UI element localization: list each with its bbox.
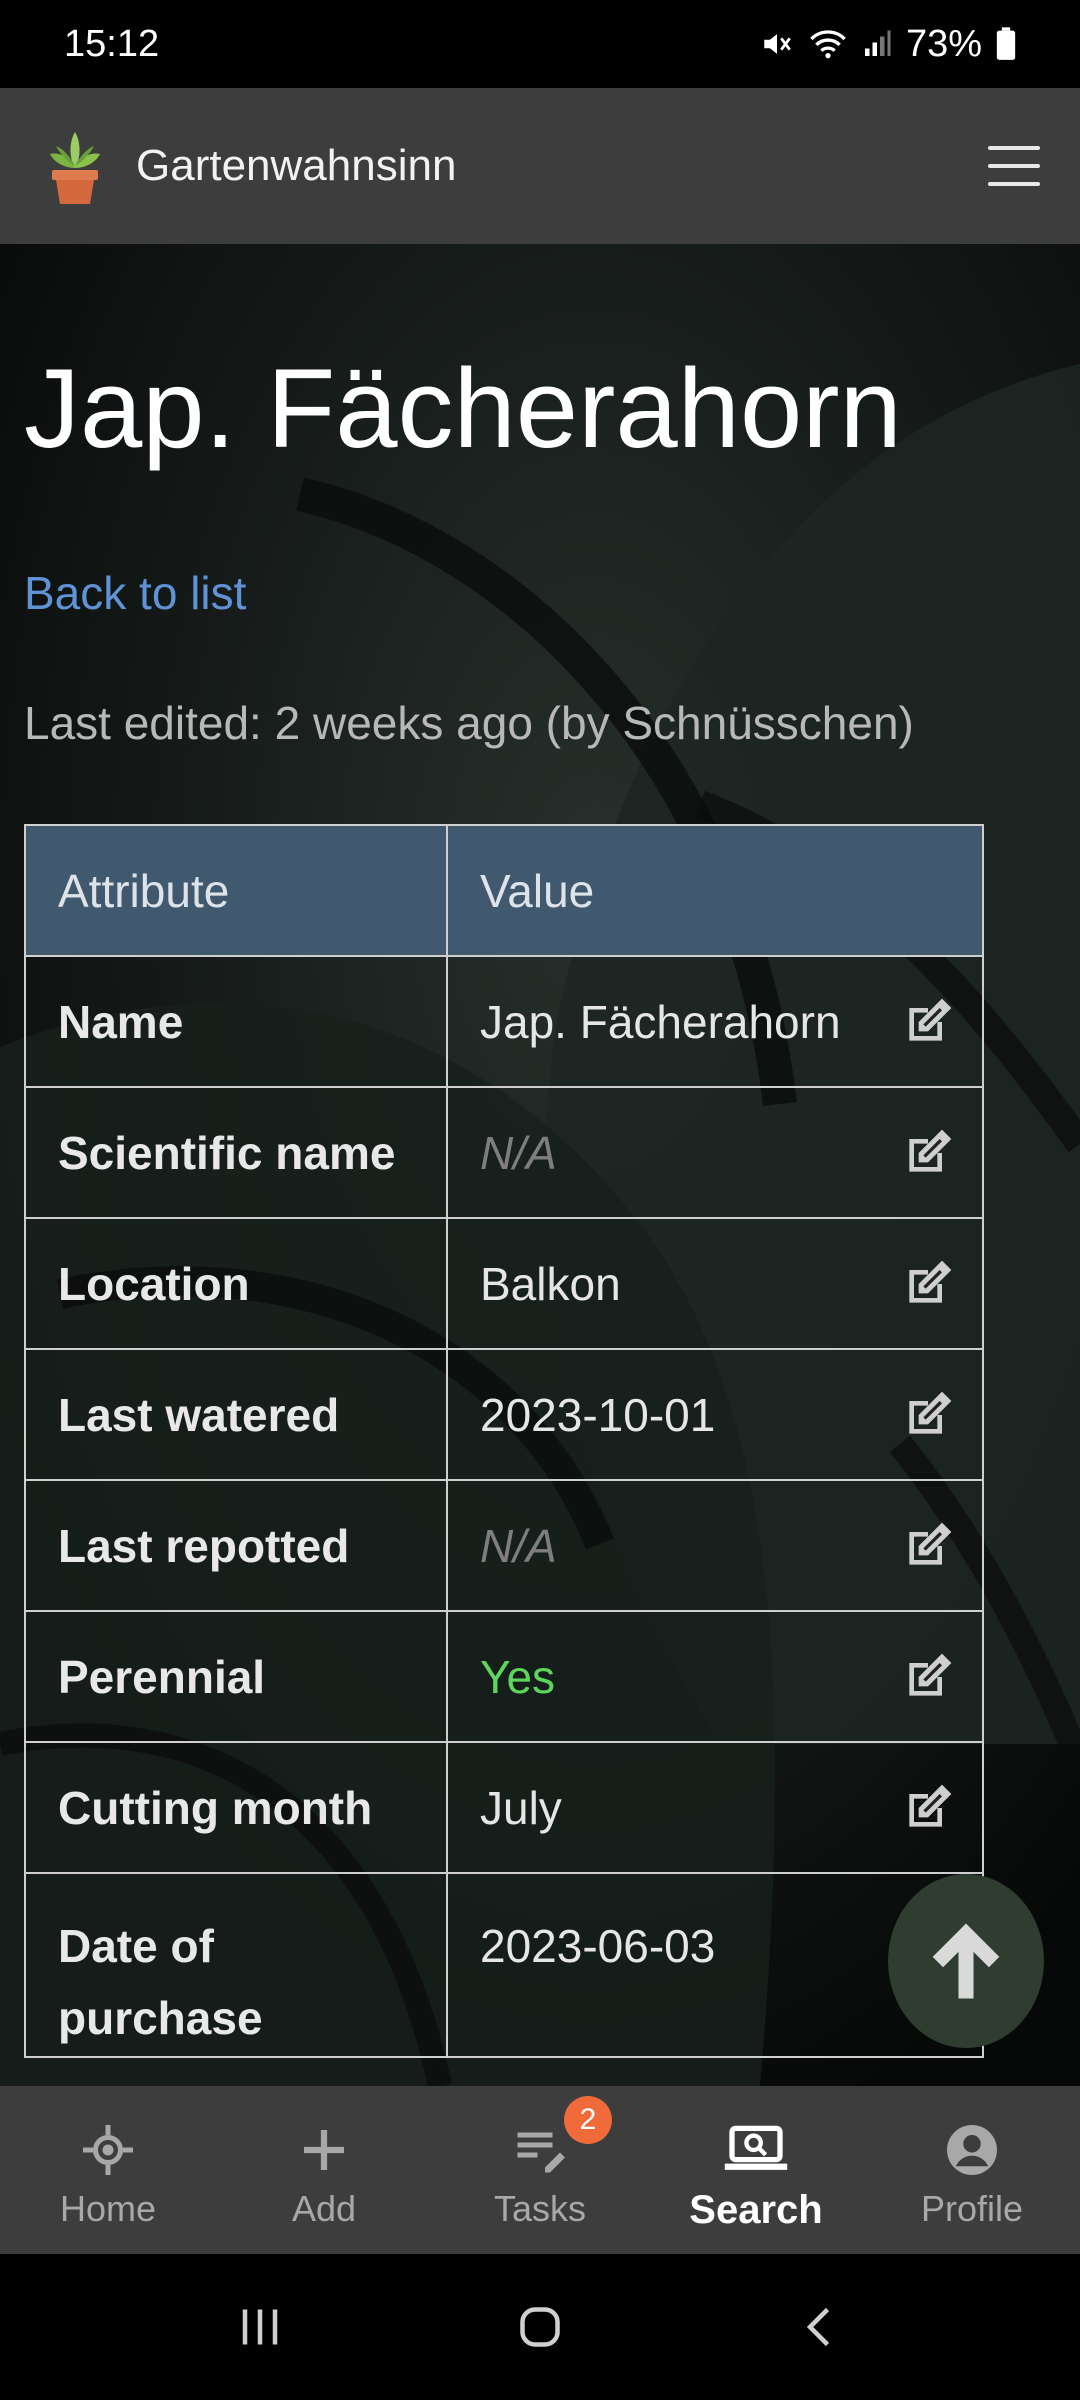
nav-add[interactable]: Add [216,2086,432,2254]
header-value: Value [446,824,984,957]
row-value-cell: Jap. Fächerahorn [446,955,984,1088]
row-value: N/A [480,1126,557,1179]
signal-icon [864,30,891,56]
row-value-cell: Yes [446,1610,984,1743]
row-value-cell: N/A [446,1479,984,1612]
profile-icon [947,2125,997,2175]
tasks-icon [517,2132,565,2173]
table-row: Date of purchase 2023-06-03 [24,1872,984,2058]
row-key: Last watered [24,1348,448,1481]
nav-home[interactable]: Home [0,2086,216,2254]
edit-icon[interactable] [900,1256,956,1312]
row-value-cell: July [446,1741,984,1874]
header-attribute: Attribute [24,824,448,957]
nav-add-label: Add [291,2188,357,2229]
row-key: Date of purchase [24,1872,448,2058]
home-button-icon[interactable] [510,2297,570,2357]
page-title: Jap. Fächerahorn [24,346,902,471]
battery-icon [996,27,1016,60]
table-row: Scientific name N/A [24,1086,984,1219]
table-row: Last repotted N/A [24,1479,984,1612]
edit-icon[interactable] [900,1387,956,1443]
row-value-cell: 2023-10-01 [446,1348,984,1481]
edit-icon[interactable] [900,994,956,1050]
search-laptop-icon [724,2125,788,2170]
row-key: Name [24,955,448,1088]
row-value: Yes [480,1650,556,1703]
row-value: July [480,1781,562,1834]
edit-icon[interactable] [900,1518,956,1574]
edit-icon[interactable] [900,1125,956,1181]
nav-home-label: Home [59,2188,157,2229]
wifi-icon [810,30,846,59]
battery-percent: 73% [905,22,982,65]
row-key: Perennial [24,1610,448,1743]
row-value: 2023-10-01 [480,1388,716,1441]
row-value: Jap. Fächerahorn [480,995,841,1048]
mute-icon [764,34,791,54]
row-value: Balkon [480,1257,621,1310]
status-icons: 73% [760,23,1016,66]
bottom-navigation: Home Add 2 Tasks Search Profile [0,2086,1080,2254]
status-time: 15:12 [64,22,160,65]
table-row: Location Balkon [24,1217,984,1350]
row-key: Last repotted [24,1479,448,1612]
row-key: Location [24,1217,448,1350]
table-row: Perennial Yes [24,1610,984,1743]
home-icon [83,2125,133,2175]
nav-search[interactable]: Search [648,2086,864,2254]
nav-tasks-label: Tasks [493,2188,587,2229]
edit-icon[interactable] [900,1649,956,1705]
tasks-count-badge: 2 [564,2096,612,2144]
table-row: Cutting month July [24,1741,984,1874]
row-key: Cutting month [24,1741,448,1874]
nav-search-label: Search [689,2188,823,2232]
nav-tasks[interactable]: 2 Tasks [432,2086,648,2254]
scroll-to-top-button[interactable] [888,1874,1044,2048]
recent-apps-icon[interactable] [230,2297,290,2357]
plant-pot-icon[interactable] [40,126,110,206]
app-bar: Gartenwahnsinn [0,88,1080,244]
row-value-cell: N/A [446,1086,984,1219]
back-to-list-link[interactable]: Back to list [24,566,246,620]
attribute-table: Attribute Value Name Jap. Fächerahorn Sc… [24,824,984,2058]
main-content: Jap. Fächerahorn Back to list Last edite… [0,244,1080,2086]
system-navigation-bar [0,2254,1080,2400]
table-row: Name Jap. Fächerahorn [24,955,984,1088]
nav-profile-label: Profile [920,2188,1024,2229]
row-key: Scientific name [24,1086,448,1219]
row-value: 2023-06-03 [480,1920,716,1972]
edit-icon[interactable] [900,1780,956,1836]
nav-profile[interactable]: Profile [864,2086,1080,2254]
last-edited-text: Last edited: 2 weeks ago (by Schnüsschen… [24,697,914,749]
plus-icon [304,2130,344,2170]
hamburger-icon[interactable] [988,146,1040,186]
app-title: Gartenwahnsinn [136,141,457,190]
back-icon[interactable] [790,2297,850,2357]
row-value-cell: Balkon [446,1217,984,1350]
table-row: Last watered 2023-10-01 [24,1348,984,1481]
status-bar: 15:12 73% [0,0,1080,88]
table-header-row: Attribute Value [24,824,984,957]
arrow-up-icon [932,1923,1000,1999]
row-value: N/A [480,1519,557,1572]
